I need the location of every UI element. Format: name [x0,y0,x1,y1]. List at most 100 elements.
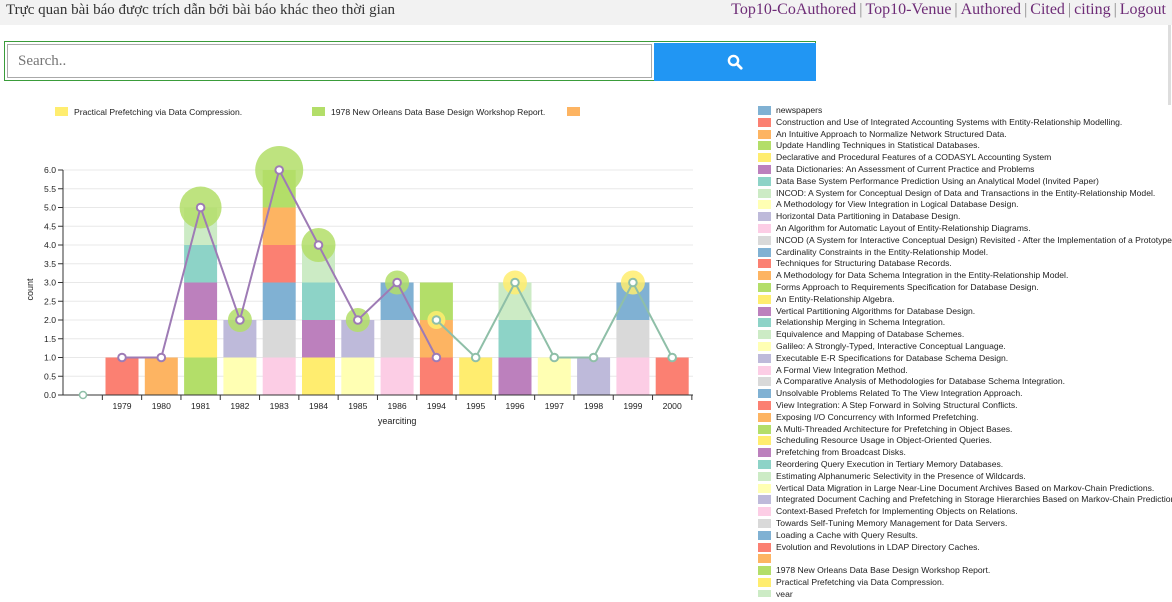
y-tick-label: 2.0 [44,315,56,325]
bar-segment [262,320,296,358]
x-tick-label: 1985 [348,401,367,411]
line-point [549,352,560,363]
legend-label: Horizontal Data Partitioning in Database… [776,211,961,222]
bar-segment [537,357,571,395]
legend-label: Galileo: A Strongly-Typed, Interactive C… [776,341,1006,351]
y-tick-label: 0.0 [44,390,56,400]
legend-swatch [758,247,771,257]
legend-swatch [758,294,771,304]
legend-label: A Methodology for Data Schema Integratio… [776,270,1069,281]
x-tick-label: 1998 [584,401,603,411]
legend-swatch [758,212,771,222]
legend-swatch [758,401,771,410]
bar-segment [341,357,375,395]
x-tick-label: 1997 [545,401,564,411]
x-tick-label: 1999 [623,401,642,411]
paper-legend: newspapers Construction and Use of Integr… [757,104,1172,597]
origin-point [78,390,88,400]
bar-segment [262,282,296,320]
y-tick-label: 2.5 [44,296,56,306]
legend-label: Reordering Query Execution in Tertiary M… [776,459,1004,469]
bar-segment [302,357,335,395]
legend-label: INCOD: A System for Conceptual Design of… [776,187,1156,198]
legend-label: Towards Self-Tuning Memory Management fo… [776,518,1008,528]
frame-divider [1168,25,1171,105]
legend-label: INCOD (A System for Interactive Conceptu… [776,234,1172,245]
legend-swatch [758,460,771,469]
bar-segment [459,357,493,395]
legend-swatch [758,318,771,328]
page-title: Trực quan bài báo được trích dẫn bởi bài… [6,2,395,18]
y-tick-label: 5.5 [44,184,56,194]
legend-swatch [758,589,771,597]
legend-swatch [758,224,771,233]
legend-swatch [758,495,771,505]
legend-label: An Entity-Relationship Algebra. [776,293,895,304]
top-legend-swatch [312,107,325,116]
nav-separator: | [954,1,958,18]
legend-swatch [758,330,771,340]
legend-label: Loading a Cache with Query Results. [776,529,918,540]
x-tick-label: 1981 [191,401,210,411]
line-point [431,315,442,325]
legend-label: Vertical Partitioning Algorithms for Dat… [776,305,976,316]
bar-segment [105,357,139,395]
legend-swatch [758,554,771,564]
y-tick-label: 4.5 [44,221,56,231]
legend-swatch [758,153,771,163]
nav-cited[interactable]: Cited [1030,1,1065,18]
bar-segment [184,357,218,395]
legend-label: Equivalence and Mapping of Database Sche… [776,329,965,340]
x-tick-label: 1994 [427,401,446,411]
bar-segment [419,357,453,395]
legend-label: Scheduling Resource Usage in Object-Orie… [776,435,992,446]
search-form [4,41,816,81]
legend-label: View Integration: A Step Forward in Solv… [776,400,1018,410]
legend-label: A Methodology for View Integration in Lo… [776,199,1019,210]
legend-label: Data Dictionaries: An Assessment of Curr… [776,164,1035,174]
nav-logout[interactable]: Logout [1120,1,1166,18]
nav-authored[interactable]: Authored [961,1,1021,18]
y-axis-label: count [25,278,35,301]
y-tick-label: 3.0 [44,278,56,288]
y-tick-label: 1.0 [44,353,56,363]
search-input[interactable] [7,44,652,78]
nav-top10-coauthored[interactable]: Top10-CoAuthored [731,1,856,18]
legend-swatch [758,342,771,351]
bar-segment [302,282,335,320]
top-legend-label: 1978 New Orleans Data Base Design Worksh… [331,107,545,117]
legend-label: Evolution and Revolutions in LDAP Direct… [776,541,980,552]
legend-label: Unsolvable Problems Related To The View … [776,388,1023,399]
legend-label: An Intuitive Approach to Normalize Netwo… [776,128,1007,139]
top-bar: Trực quan bài báo được trích dẫn bởi bài… [0,0,1172,25]
x-axis-label: yearciting [378,416,417,426]
search-icon [727,54,743,70]
line-point [470,352,481,363]
legend-label: Executable E-R Specifications for Databa… [776,352,1009,363]
chart-panel: Practical Prefetching via Data Compressi… [0,100,760,597]
nav-separator: | [1067,1,1072,18]
legend-label: Update Handling Techniques in Statistica… [776,140,980,151]
nav-citing[interactable]: citing [1074,1,1110,18]
legend-swatch [758,389,771,399]
legend-swatch [758,483,771,493]
legend-swatch [758,176,771,186]
legend-swatch [758,141,771,151]
bar-segment [498,320,532,358]
legend-swatch [758,448,771,458]
legend-label: Cardinality Constraints in the Entity-Re… [776,246,989,257]
legend-swatch [758,259,771,269]
legend-label: newspapers [776,105,823,115]
bar-segment [380,357,414,395]
nav-top10-venue[interactable]: Top10-Venue [865,1,951,18]
legend-swatch [758,283,771,292]
search-button[interactable] [654,43,816,81]
legend-swatch [758,377,771,387]
x-tick-label: 1995 [466,401,485,411]
legend-label: A Comparative Analysis of Methodologies … [776,376,1066,387]
legend-swatch [758,306,771,316]
legend-swatch [758,271,771,281]
top-legend-label: Practical Prefetching via Data Compressi… [74,107,242,117]
legend-label: Construction and Use of Integrated Accou… [776,116,1123,127]
nav-separator: | [859,1,863,18]
